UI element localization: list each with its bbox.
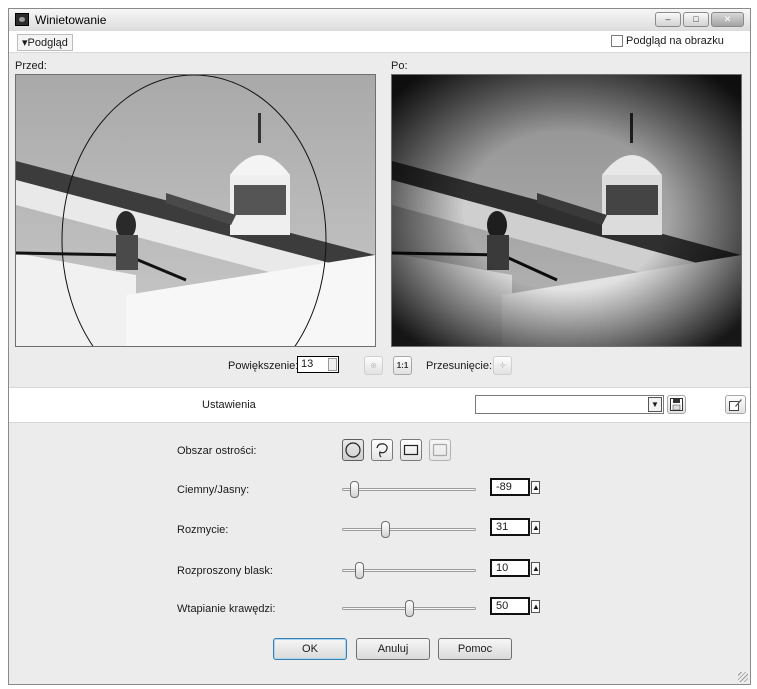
cancel-button[interactable]: Anuluj (356, 638, 430, 660)
ok-button[interactable]: OK (273, 638, 347, 660)
floppy-icon (670, 398, 683, 411)
feather-label: Wtapianie krawędzi: (177, 603, 276, 615)
after-image (391, 74, 742, 347)
diffuse-glow-value: 10 (496, 562, 509, 574)
diffuse-glow-value-field[interactable]: 10 ▲ (490, 559, 540, 577)
dark-light-slider[interactable] (342, 479, 476, 499)
slider-thumb[interactable] (405, 600, 414, 617)
preset-tools-icon (728, 399, 742, 411)
feather-spinner[interactable]: ▲ (531, 600, 540, 613)
ellipse-icon (345, 442, 361, 458)
preview-on-image-checkbox[interactable] (611, 35, 623, 48)
chevron-down-icon[interactable]: ▼ (648, 397, 662, 412)
preset-manager-button[interactable] (725, 395, 746, 414)
rectangle-icon (403, 444, 419, 456)
slider-thumb[interactable] (350, 481, 359, 498)
rectangle-shape-button[interactable] (400, 439, 422, 461)
slider-thumb[interactable] (381, 521, 390, 538)
title-bar: Winietowanie – □ ✕ (9, 9, 750, 32)
after-label: Po: (391, 60, 408, 72)
dark-light-value-field[interactable]: -89 ▲ (490, 478, 540, 496)
zoom-fit-button[interactable]: ⊕ (364, 356, 383, 375)
ellipse-shape-button[interactable] (342, 439, 364, 461)
window-title: Winietowanie (35, 13, 107, 27)
pan-label: Przesunięcie: (426, 360, 493, 372)
feather-value: 50 (496, 600, 509, 612)
zoom-spinner[interactable] (328, 358, 337, 371)
zoom-value: 13 (301, 358, 314, 370)
dark-light-value: -89 (496, 481, 512, 493)
before-image[interactable] (15, 74, 376, 347)
app-icon (15, 13, 29, 26)
diffuse-glow-label: Rozproszony blask: (177, 565, 273, 577)
before-label: Przed: (15, 60, 47, 72)
save-preset-button[interactable] (667, 395, 686, 414)
pan-button[interactable]: ✛ (493, 356, 512, 375)
dark-light-label: Ciemny/Jasny: (177, 484, 250, 496)
help-button[interactable]: Pomoc (438, 638, 512, 660)
preview-on-image-label: Podgląd na obrazku (626, 35, 724, 47)
settings-label: Ustawienia (202, 399, 256, 411)
blur-value-field[interactable]: 31 ▲ (490, 518, 540, 536)
blur-slider[interactable] (342, 519, 476, 539)
feather-slider[interactable] (342, 598, 476, 618)
dark-light-spinner[interactable]: ▲ (531, 481, 540, 494)
maximize-button[interactable]: □ (683, 12, 709, 27)
preview-on-image-option[interactable]: Podgląd na obrazku (611, 35, 724, 48)
diffuse-glow-spinner[interactable]: ▲ (531, 562, 540, 575)
preview-toggle[interactable]: ▾Podgląd (17, 34, 73, 51)
dialog-window: Winietowanie – □ ✕ ▾Podgląd Podgląd na o… (8, 8, 751, 685)
blur-label: Rozmycie: (177, 524, 229, 536)
blur-spinner[interactable]: ▲ (531, 521, 540, 534)
zoom-label: Powiększenie: (228, 360, 299, 372)
preview-bar: ▾Podgląd Podgląd na obrazku (9, 31, 750, 53)
zoom-actual-size-button[interactable]: 1:1 (393, 356, 412, 375)
focus-area-label: Obszar ostrości: (177, 445, 257, 457)
minimize-button[interactable]: – (655, 12, 681, 27)
rounded-rectangle-shape-button[interactable] (429, 439, 451, 461)
rounded-rectangle-icon (432, 443, 448, 457)
diffuse-glow-slider[interactable] (342, 560, 476, 580)
blur-value: 31 (496, 521, 509, 533)
settings-bar: Ustawienia ▼ (9, 387, 750, 423)
slider-thumb[interactable] (355, 562, 364, 579)
freehand-shape-button[interactable] (371, 439, 393, 461)
freehand-icon (376, 443, 388, 458)
preset-dropdown[interactable]: ▼ (475, 395, 664, 414)
resize-grip-icon[interactable] (738, 672, 748, 682)
close-button[interactable]: ✕ (711, 12, 744, 27)
feather-value-field[interactable]: 50 ▲ (490, 597, 540, 615)
zoom-input[interactable]: 13 (297, 356, 339, 373)
